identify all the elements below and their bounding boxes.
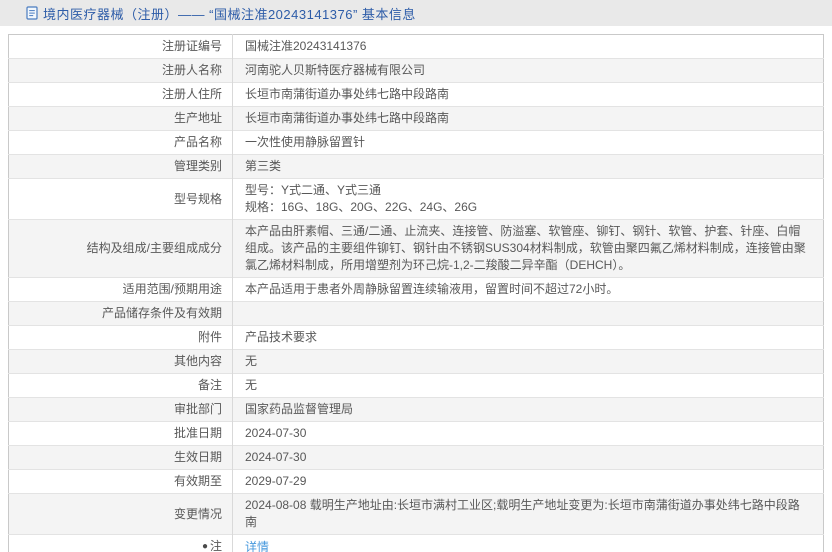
table-row: 审批部门 国家药品监督管理局 (8, 397, 824, 422)
table-row: 变更情况 2024-08-08 载明生产地址由:长垣市满村工业区;载明生产地址变更… (8, 493, 824, 535)
row-label-text: 型号规格 (173, 191, 222, 206)
row-value: 2024-07-30 (245, 450, 307, 464)
table-row: 产品名称 一次性使用静脉留置针 (8, 130, 824, 155)
row-value: 无 (245, 378, 258, 392)
row-label: 适用范围/预期用途 (8, 277, 233, 302)
table-row: 注册人名称 河南驼人贝斯特医疗器械有限公司 (8, 58, 824, 83)
row-label-text: 附件 (197, 330, 222, 344)
table-row: 生效日期 2024-07-30 (8, 445, 824, 470)
row-label-text: 备注 (197, 378, 222, 392)
row-label: 变更情况 (8, 493, 233, 535)
row-value: 国械注准20243141376 (245, 39, 367, 53)
row-label: 有效期至 (8, 469, 233, 494)
row-label: 注册人名称 (8, 58, 233, 83)
row-label: 审批部门 (8, 397, 233, 422)
row-label: 生效日期 (8, 445, 233, 470)
row-value: 型号：Y式二通、Y式三通 规格：16G、18G、20G、22G、24G、26G (245, 183, 478, 214)
row-label: 附件 (8, 325, 233, 350)
row-label-text: 适用范围/预期用途 (122, 282, 222, 296)
row-label-text: 生产地址 (173, 111, 222, 125)
row-label: 产品名称 (8, 130, 233, 155)
row-label-text: 产品储存条件及有效期 (101, 306, 222, 320)
row-label: 其他内容 (8, 349, 233, 374)
table-row: 备注 无 (8, 373, 824, 398)
row-label-text: 管理类别 (173, 159, 222, 173)
row-value (233, 302, 824, 326)
row-label-text: 变更情况 (173, 506, 222, 521)
table-row: 其他内容 无 (8, 349, 824, 374)
row-label: 注册人住所 (8, 82, 233, 107)
table-row: 管理类别 第三类 (8, 154, 824, 179)
table-row: 有效期至 2029-07-29 (8, 469, 824, 494)
row-label: ● 注 (8, 534, 233, 552)
table-row: 注册证编号 国械注准20243141376 (8, 34, 824, 59)
row-label: 批准日期 (8, 421, 233, 446)
row-label-text: 有效期至 (173, 474, 222, 488)
row-value: 长垣市南蒲街道办事处纬七路中段路南 (245, 87, 450, 101)
row-label-text: 其他内容 (173, 354, 222, 368)
row-value: 本产品由肝素帽、三通/二通、止流夹、连接管、防溢塞、软管座、铆钉、钢针、软管、护… (245, 224, 806, 272)
row-label-text: 注册人名称 (161, 63, 222, 77)
row-label: 注册证编号 (8, 34, 233, 59)
table-row: 附件 产品技术要求 (8, 325, 824, 350)
row-label-text: 结构及组成/主要组成成分 (86, 241, 222, 255)
page-title: 境内医疗器械（注册）—— “国械注准20243141376” 基本信息 (43, 6, 416, 22)
row-value: 2029-07-29 (245, 474, 307, 488)
row-label-text: 审批部门 (173, 402, 222, 416)
row-value: 河南驼人贝斯特医疗器械有限公司 (245, 63, 426, 77)
row-value: 本产品适用于患者外周静脉留置连续输液用，留置时间不超过72小时。 (245, 282, 619, 296)
row-value: 长垣市南蒲街道办事处纬七路中段路南 (245, 111, 450, 125)
row-value: 一次性使用静脉留置针 (245, 135, 366, 149)
row-value: 详情 (233, 535, 824, 552)
row-label: 产品储存条件及有效期 (8, 301, 233, 326)
page-header: 境内医疗器械（注册）—— “国械注准20243141376” 基本信息 (0, 0, 832, 26)
table-row: ● 注详情 (8, 534, 824, 552)
table-row: 生产地址 长垣市南蒲街道办事处纬七路中段路南 (8, 106, 824, 131)
row-label-text: 产品名称 (173, 135, 222, 149)
row-label: 生产地址 (8, 106, 233, 131)
row-value: 2024-08-08 载明生产地址由:长垣市满村工业区;载明生产地址变更为:长垣… (245, 498, 800, 529)
row-label-text: 生效日期 (173, 450, 222, 464)
table-row: 结构及组成/主要组成成分 本产品由肝素帽、三通/二通、止流夹、连接管、防溢塞、软管… (8, 219, 824, 278)
row-label: 备注 (8, 373, 233, 398)
table-row: 产品储存条件及有效期 (8, 301, 824, 326)
document-icon (26, 6, 38, 20)
table-row: 型号规格 型号：Y式二通、Y式三通 规格：16G、18G、20G、22G、24G、… (8, 178, 824, 220)
row-value: 无 (245, 354, 258, 368)
row-label-text: 注册证编号 (161, 39, 222, 53)
table-row: 批准日期 2024-07-30 (8, 421, 824, 446)
row-label: 管理类别 (8, 154, 233, 179)
registration-info-section: 注册证编号 国械注准20243141376 注册人名称 河南驼人贝斯特医疗器械有限公司… (8, 34, 824, 552)
row-label: 结构及组成/主要组成成分 (8, 219, 233, 278)
row-label-text: 注册人住所 (161, 87, 222, 101)
row-value: 2024-07-30 (245, 426, 307, 440)
table-row: 适用范围/预期用途 本产品适用于患者外周静脉留置连续输液用，留置时间不超过72小时… (8, 277, 824, 302)
row-value: 国家药品监督管理局 (245, 402, 354, 416)
row-value: 第三类 (245, 159, 282, 173)
registration-info-table: 注册证编号 国械注准20243141376 注册人名称 河南驼人贝斯特医疗器械有限公司… (8, 34, 824, 552)
details-link[interactable]: 详情 (245, 540, 269, 552)
row-label-text: 批准日期 (173, 426, 222, 440)
row-label: 型号规格 (8, 178, 233, 220)
row-value: 产品技术要求 (245, 330, 318, 344)
row-label-text: 注 (209, 539, 222, 552)
note-bulb-icon: ● (201, 541, 208, 552)
table-row: 注册人住所 长垣市南蒲街道办事处纬七路中段路南 (8, 82, 824, 107)
